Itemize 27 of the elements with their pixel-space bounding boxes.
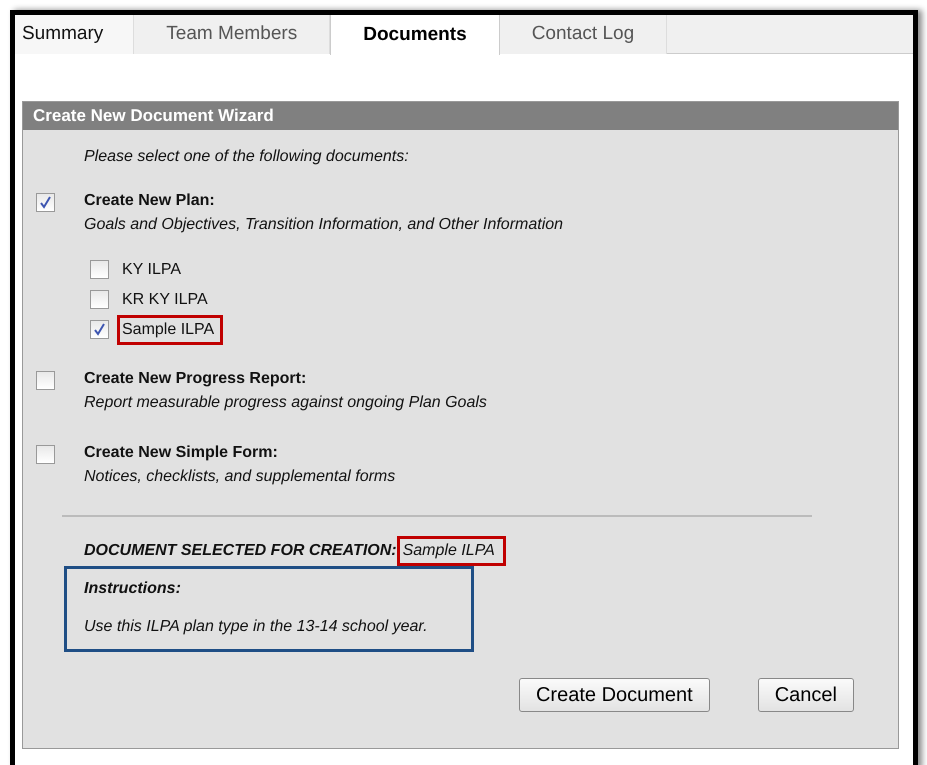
document-description: Goals and Objectives, Transition Information, and Other Information — [84, 214, 564, 234]
tab[interactable]: Team Members — [134, 15, 330, 54]
checkbox[interactable] — [90, 290, 109, 309]
instructions-title: Instructions: — [84, 578, 181, 598]
checkbox[interactable] — [36, 370, 55, 390]
document-title: Create New Simple Form: — [84, 442, 278, 462]
wizard-title: Create New Document Wizard — [23, 102, 898, 130]
cancel-button[interactable]: Cancel — [758, 678, 854, 712]
tab[interactable]: Documents — [330, 15, 500, 55]
document-description: Notices, checklists, and supplemental forms — [84, 466, 396, 486]
document-title: Create New Progress Report: — [84, 368, 306, 388]
create-document-button[interactable]: Create Document — [518, 678, 710, 712]
tab[interactable]: Contact Log — [500, 15, 668, 54]
selected-document: Sample ILPA — [396, 536, 506, 566]
option-label: KY ILPA — [121, 260, 182, 280]
document-title: Create New Plan: — [84, 190, 215, 210]
prompt-text: Please select one of the following documents: — [84, 146, 409, 166]
selection-label: DOCUMENT SELECTED FOR CREATION: — [84, 540, 397, 560]
checkbox[interactable] — [90, 260, 109, 279]
checkbox[interactable] — [36, 192, 55, 212]
option-label: KR KY ILPA — [121, 290, 209, 310]
instructions-text: Use this ILPA plan type in the 13-14 school year. — [84, 616, 428, 636]
option-label: Sample ILPA — [117, 314, 224, 344]
document-description: Report measurable progress against ongoing Plan Goals — [84, 392, 487, 412]
tab[interactable]: Summary — [15, 15, 134, 54]
checkbox[interactable] — [36, 444, 55, 464]
checkbox[interactable] — [90, 320, 109, 339]
